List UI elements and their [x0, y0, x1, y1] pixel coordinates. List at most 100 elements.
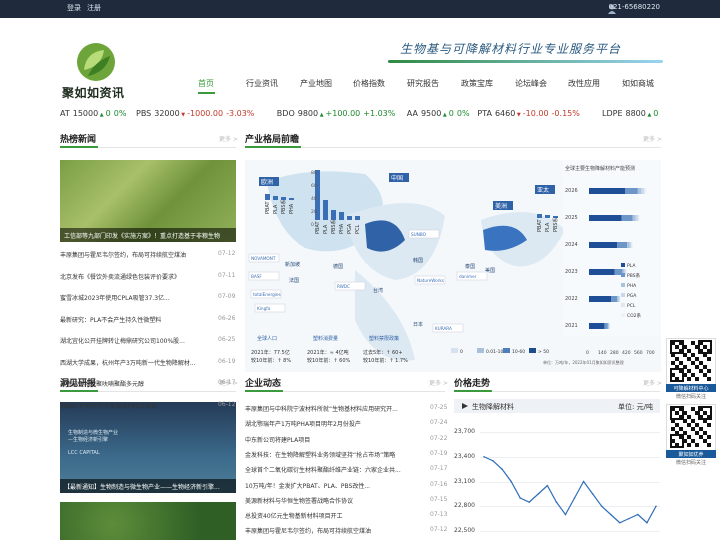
corp-news-item[interactable]: 丰原集团与霍尼韦尔签约，布局可持续航空煤油 [245, 526, 425, 535]
corp-news-item[interactable]: 丰原集团与中科院宁波材料所就“生物基材料应用研究开... [245, 404, 425, 413]
price-point [519, 497, 522, 499]
news-item[interactable]: 德国DITF研究所开发出纯PBS合成革 [60, 401, 212, 410]
brand-name: RWDC [337, 284, 350, 289]
reports-accent [60, 390, 98, 392]
qr-module [699, 427, 703, 431]
news-date: 07-09 [218, 293, 236, 300]
news-date: 06-17 [218, 379, 236, 386]
legend-swatch [451, 348, 458, 353]
nav-policy[interactable]: 政策宝库 [461, 78, 493, 89]
qr-module [687, 369, 691, 373]
login-link[interactable]: 登录 [67, 3, 81, 13]
map-stats: 全球人口 2021年：77.5亿较10年前：↑ 8% 塑料消费量 2021年：≈ 4亿… [251, 335, 408, 364]
ticker-item[interactable]: PBS 32000 ▼ -1000.00 -3.03% [136, 109, 254, 118]
price-more[interactable]: 更多 > [643, 378, 662, 387]
legend-swatch [477, 348, 484, 353]
arrow-up-icon: ▲ [318, 112, 324, 118]
price-chart[interactable]: 生物降解材料 单位: 元/吨 23,700 23,400 23,100 22,800 2… [454, 399, 660, 540]
ticker-price: 9500 [420, 109, 442, 118]
capacity-year: 2026 [565, 188, 578, 194]
news-photo[interactable]: 工信部等九部门印发《实施方案》！重点打造基于非粮生物 [60, 160, 236, 242]
qr-module [671, 427, 675, 431]
corp-news-item[interactable]: 总投资40亿元生物基新材料项目开工 [245, 511, 425, 520]
qr-module [687, 357, 691, 361]
map-bar-label: PLA [545, 222, 551, 232]
capacity-axis-tick: 0 [586, 350, 589, 356]
qr-module [703, 365, 707, 369]
qr-module [695, 365, 699, 369]
capacity-legend-label: PLA [627, 263, 636, 269]
corp-news-date: 07-13 [430, 511, 448, 519]
ticker-name: PBS [136, 109, 152, 118]
ticker-price: 6460 [494, 109, 516, 118]
nav-forum[interactable]: 论坛峰会 [515, 78, 547, 89]
qr-module [703, 431, 707, 435]
qr-module [687, 443, 691, 447]
news-date: 06-26 [218, 314, 236, 322]
map-bar [347, 216, 352, 220]
capacity-year: 2025 [565, 215, 578, 221]
ticker-item[interactable]: PTA 6460 ▼ -10.00 -0.15% [477, 109, 579, 118]
news-item[interactable]: 蜜雪冰城2023年使用CPLA吸管37.3亿... [60, 293, 212, 302]
register-link[interactable]: 注册 [87, 3, 101, 13]
qr-module [691, 373, 695, 377]
qr-module [691, 407, 695, 411]
qr-module [675, 357, 679, 361]
capacity-legend-swatch [621, 283, 625, 287]
corp-news-item[interactable]: 全球首个二氧化碳衍生材料聚酯纤维产业链：六家企业共... [245, 465, 425, 474]
map-bar [273, 196, 278, 200]
news-item[interactable]: 丰原集团与霍尼韦尔签约，布局可持续航空煤油 [60, 250, 212, 259]
capacity-axis-tick: 280 [610, 350, 619, 356]
capacity-axis-tick: 140 [598, 350, 607, 356]
brand-name: NatureWorks [417, 278, 444, 283]
report-photo[interactable]: 生物制造与微生物产业 —生物经济新引擎 LCC CAPITAL 【最新通知】生物… [60, 402, 236, 493]
industry-map[interactable]: PBAT PLA PBS系 PHA PBAT PLA PBS系 PHA PGA PCL PBAT PL… [245, 160, 661, 372]
map-bar-label: PBAT [265, 201, 271, 214]
industry-more[interactable]: 更多 > [643, 134, 662, 143]
news-item[interactable]: 北京发布《餐饮外卖流通绿色包装评价要求》 [60, 272, 212, 281]
capacity-segment [638, 215, 640, 221]
capacity-segment [641, 188, 644, 194]
corp-news-item[interactable]: 10万吨/年！金发扩大PBAT、PLA、PBS改性... [245, 481, 425, 490]
ticker-item[interactable]: AT 15000 ▲ 0 0% [60, 109, 126, 118]
forest-photo[interactable] [60, 502, 236, 540]
news-item[interactable]: 西湖大学成果，杭州年产3万吨新一代生物降解材... [60, 358, 212, 367]
stat-value: 较10年前：↑ 8% [251, 357, 291, 364]
capacity-legend-swatch [621, 313, 625, 317]
corp-more[interactable]: 更多 > [429, 378, 448, 387]
nav-home[interactable]: 首页 [198, 78, 214, 89]
news-item[interactable]: 最新研究：PLA不会产生持久性微塑料 [60, 315, 212, 324]
price-point [655, 505, 657, 508]
capacity-chart: 全球主要生物降解材料产能预测 2026 2025 2024 2023 2022 2021 0 1… [563, 160, 661, 356]
nav-reports[interactable]: 研究报告 [407, 78, 439, 89]
corp-news-item[interactable]: 金发科技：在生物降解塑料业务领域坚持“抢占市场”策略 [245, 450, 425, 459]
map-axis-tick: 20 [311, 209, 317, 215]
ticker-item[interactable]: LDPE8800 ▲00% [602, 109, 660, 118]
region-label: 欧洲 [261, 178, 273, 186]
corp-news-item[interactable]: 湖北鄂瑞年产1万吨PHA项目明年2月份投产 [245, 419, 425, 428]
ticker-pct: -0.15% [551, 109, 580, 118]
map-axis-tick: 80 [311, 170, 317, 176]
capacity-segment [620, 296, 621, 302]
hot-news-more[interactable]: 更多 > [219, 134, 238, 143]
ticker-item[interactable]: BDO 9800 ▲ +100.00 +1.03% [277, 109, 396, 118]
nav-map[interactable]: 产业地图 [300, 78, 332, 89]
capacity-legend-label: PGA [627, 293, 637, 299]
corp-news-item[interactable]: 美源新材料与华恒生物签署战略合作协议 [245, 496, 425, 505]
price-point [537, 493, 540, 495]
price-point [591, 493, 594, 495]
arrow-down-icon: ▼ [179, 112, 186, 118]
report-photo-labels: 生物制造与微生物产业 —生物经济新引擎 LCC CAPITAL [68, 430, 118, 457]
report-label-2: —生物经济新引擎 [68, 437, 109, 443]
nav-price-index[interactable]: 价格指数 [353, 78, 385, 89]
corp-news-item[interactable]: 中东新公司将建PLA项目 [245, 435, 425, 444]
nav-mall[interactable]: 如如商城 [622, 78, 654, 89]
news-item[interactable]: 高性能生物基聚呋喃聚酯多元醇 [60, 379, 212, 388]
ticker-pct: +1.03% [363, 109, 396, 118]
nav-news[interactable]: 行业资讯 [246, 78, 278, 89]
ticker-item[interactable]: AA 9500 ▲ 0 0% [407, 109, 470, 118]
news-item[interactable]: 湖北宜化公开挂牌转让梅鼎研究公司100%股... [60, 336, 212, 345]
nav-modified[interactable]: 改性应用 [568, 78, 600, 89]
country-label: 新加坡 [285, 261, 300, 268]
top-bar: 登录 注册 021-65680220 [0, 0, 720, 18]
